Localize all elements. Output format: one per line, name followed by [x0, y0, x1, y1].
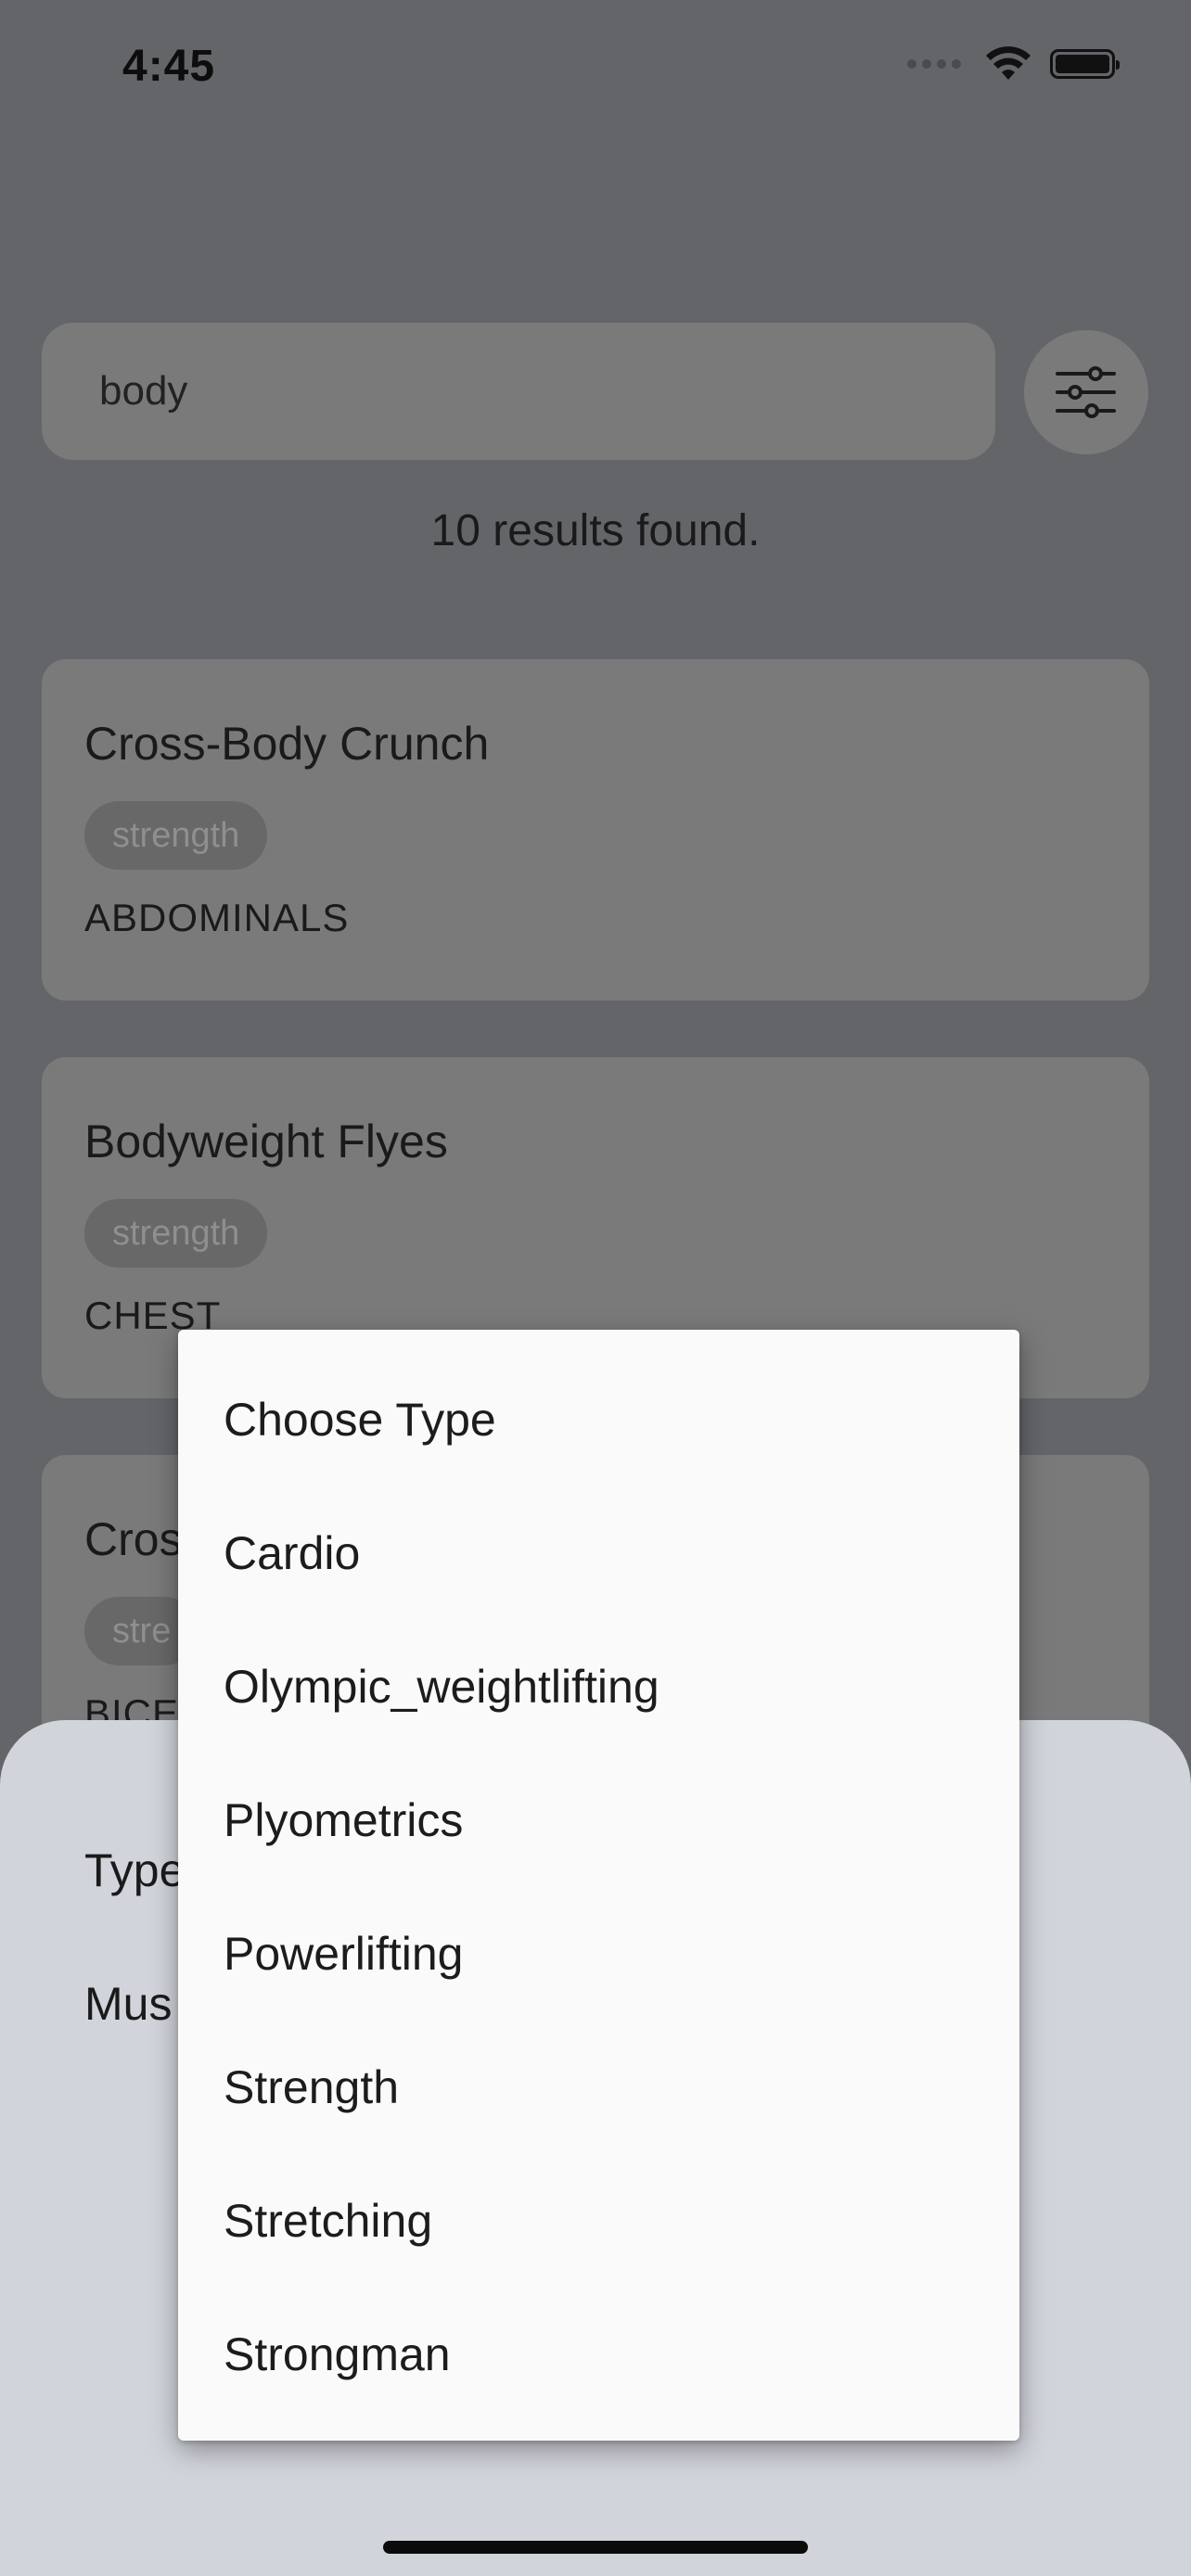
- wifi-icon: [986, 46, 1031, 80]
- signal-icon: [907, 59, 961, 69]
- exercise-name: Bodyweight Flyes: [84, 1116, 448, 1167]
- home-indicator[interactable]: [383, 2541, 808, 2554]
- exercise-muscle: ABDOMINALS: [84, 896, 350, 939]
- battery-icon: [1050, 49, 1120, 79]
- type-filter-label[interactable]: Type: [84, 1843, 185, 1897]
- exercise-type-chip: strength: [84, 801, 268, 870]
- dropdown-option-cardio[interactable]: Cardio: [224, 1486, 1019, 1620]
- sliders-icon: [1056, 366, 1116, 418]
- dropdown-option-olympic-weightlifting[interactable]: Olympic_weightlifting: [224, 1620, 1019, 1753]
- dropdown-option-plyometrics[interactable]: Plyometrics: [224, 1753, 1019, 1887]
- muscle-filter-label[interactable]: Mus: [84, 1977, 172, 2031]
- search-input[interactable]: body: [42, 323, 995, 460]
- exercise-type-chip: strength: [84, 1199, 268, 1268]
- exercise-name: Cros: [84, 1513, 183, 1565]
- dropdown-option-strength[interactable]: Strength: [224, 2021, 1019, 2154]
- exercise-name: Cross-Body Crunch: [84, 718, 490, 770]
- status-time: 4:45: [122, 42, 216, 91]
- status-icons: [907, 46, 1120, 82]
- dropdown-option-powerlifting[interactable]: Powerlifting: [224, 1887, 1019, 2021]
- results-count: 10 results found.: [430, 506, 761, 555]
- exercise-card[interactable]: Cross-Body Crunch strength ABDOMINALS: [42, 659, 1149, 1001]
- filter-button[interactable]: [1024, 330, 1148, 454]
- type-dropdown-menu: Choose Type Cardio Olympic_weightlifting…: [178, 1330, 1019, 2441]
- dropdown-option-stretching[interactable]: Stretching: [224, 2154, 1019, 2288]
- dropdown-option-strongman[interactable]: Strongman: [224, 2288, 1019, 2421]
- dropdown-option-choose-type[interactable]: Choose Type: [224, 1353, 1019, 1486]
